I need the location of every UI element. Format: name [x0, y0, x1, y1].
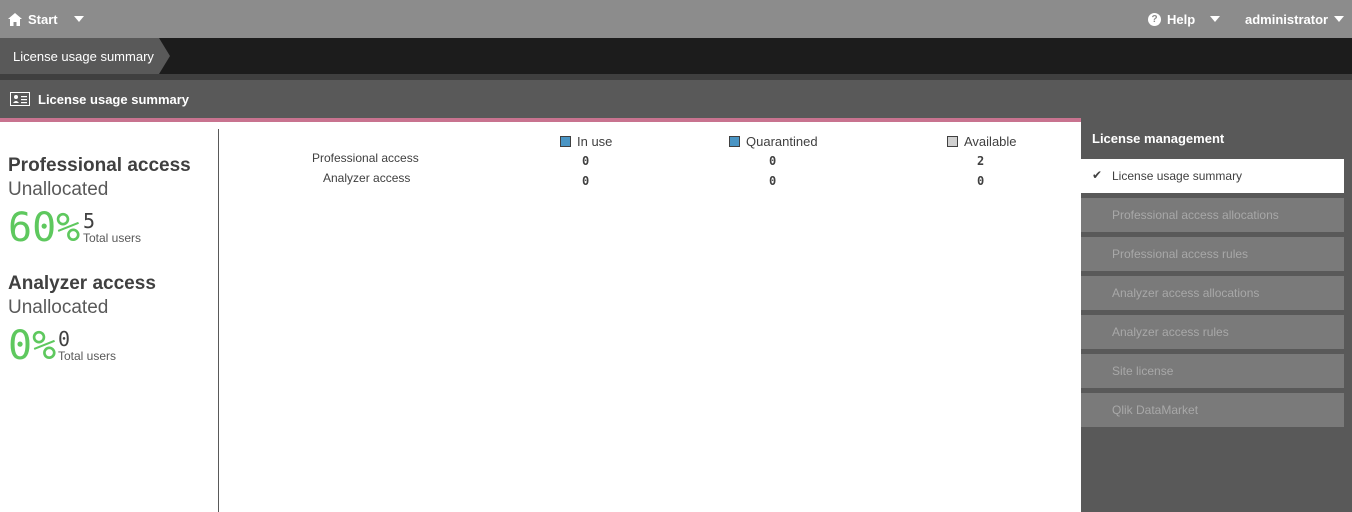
professional-in-use-value: 0 [582, 154, 590, 168]
divider [218, 129, 219, 512]
analyzer-access-total-users-label: Total users [58, 349, 117, 363]
sidebar-item-label: License usage summary [1112, 169, 1243, 183]
user-menu-button[interactable]: administrator [1245, 0, 1345, 38]
page-title: License usage summary [38, 91, 190, 107]
legend-available: Available [947, 134, 1017, 149]
home-icon [8, 12, 22, 26]
start-label: Start [28, 11, 58, 27]
help-dropdown-button[interactable] [1210, 0, 1220, 38]
available-swatch [947, 136, 958, 147]
chevron-down-icon [1210, 16, 1220, 22]
license-card-icon [10, 92, 30, 106]
analyzer-in-use-value: 0 [582, 174, 590, 188]
analyzer-access-subtitle: Unallocated [8, 297, 109, 318]
sidebar-item-label: Site license [1112, 364, 1174, 378]
top-bar: Start ? Help administrator [0, 0, 1352, 38]
analyzer-quarantined-value: 0 [769, 174, 777, 188]
legend-label: In use [577, 134, 613, 149]
sidebar-item-license-usage-summary[interactable]: ✔ License usage summary [1081, 159, 1344, 193]
sidebar-item-site-license[interactable]: Site license [1081, 354, 1344, 388]
breadcrumb: License usage summary [0, 38, 1352, 74]
professional-access-subtitle: Unallocated [8, 179, 109, 200]
analyzer-access-percent: 0% [8, 323, 57, 369]
professional-access-percent: 60% [8, 205, 81, 251]
sidebar-item-professional-access-rules[interactable]: Professional access rules [1081, 237, 1344, 271]
professional-access-total-users: 5 [83, 209, 96, 233]
help-icon: ? [1148, 12, 1161, 26]
chevron-down-icon [74, 16, 84, 22]
help-button[interactable]: ? Help [1148, 0, 1195, 38]
sidebar-item-label: Qlik DataMarket [1112, 403, 1199, 417]
row-label-analyzer-access: Analyzer access [323, 171, 411, 185]
sidebar-item-analyzer-access-rules[interactable]: Analyzer access rules [1081, 315, 1344, 349]
legend-in-use: In use [560, 134, 612, 149]
sidebar-item-professional-access-allocations[interactable]: Professional access allocations [1081, 198, 1344, 232]
section-header: License usage summary [0, 80, 1352, 118]
breadcrumb-item-license-usage-summary[interactable]: License usage summary [0, 38, 170, 74]
professional-access-title: Professional access [8, 155, 191, 176]
license-management-sidebar: License management ✔ License usage summa… [1081, 118, 1352, 512]
sidebar-title: License management [1092, 131, 1225, 146]
quarantined-swatch [729, 136, 740, 147]
sidebar-item-qlik-datamarket[interactable]: Qlik DataMarket [1081, 393, 1344, 427]
sidebar-item-analyzer-access-allocations[interactable]: Analyzer access allocations [1081, 276, 1344, 310]
start-dropdown-button[interactable] [74, 0, 84, 38]
legend-label: Quarantined [746, 134, 818, 149]
start-button[interactable]: Start [8, 0, 58, 38]
professional-available-value: 2 [977, 154, 985, 168]
checkmark-icon: ✔ [1092, 168, 1103, 182]
analyzer-available-value: 0 [977, 174, 985, 188]
sidebar-item-label: Analyzer access rules [1112, 325, 1229, 339]
in-use-swatch [560, 136, 571, 147]
divider [0, 118, 1081, 122]
analyzer-access-total-users: 0 [58, 327, 71, 351]
sidebar-item-label: Professional access rules [1112, 247, 1249, 261]
chevron-down-icon [1334, 16, 1345, 22]
row-label-professional-access: Professional access [312, 151, 419, 165]
user-label: administrator [1245, 11, 1329, 27]
sidebar-item-label: Analyzer access allocations [1112, 286, 1260, 300]
professional-quarantined-value: 0 [769, 154, 777, 168]
help-label: Help [1167, 11, 1196, 27]
legend-label: Available [964, 134, 1017, 149]
legend-quarantined: Quarantined [729, 134, 818, 149]
professional-access-total-users-label: Total users [83, 231, 142, 245]
analyzer-access-title: Analyzer access [8, 273, 156, 294]
sidebar-item-label: Professional access allocations [1112, 208, 1279, 222]
